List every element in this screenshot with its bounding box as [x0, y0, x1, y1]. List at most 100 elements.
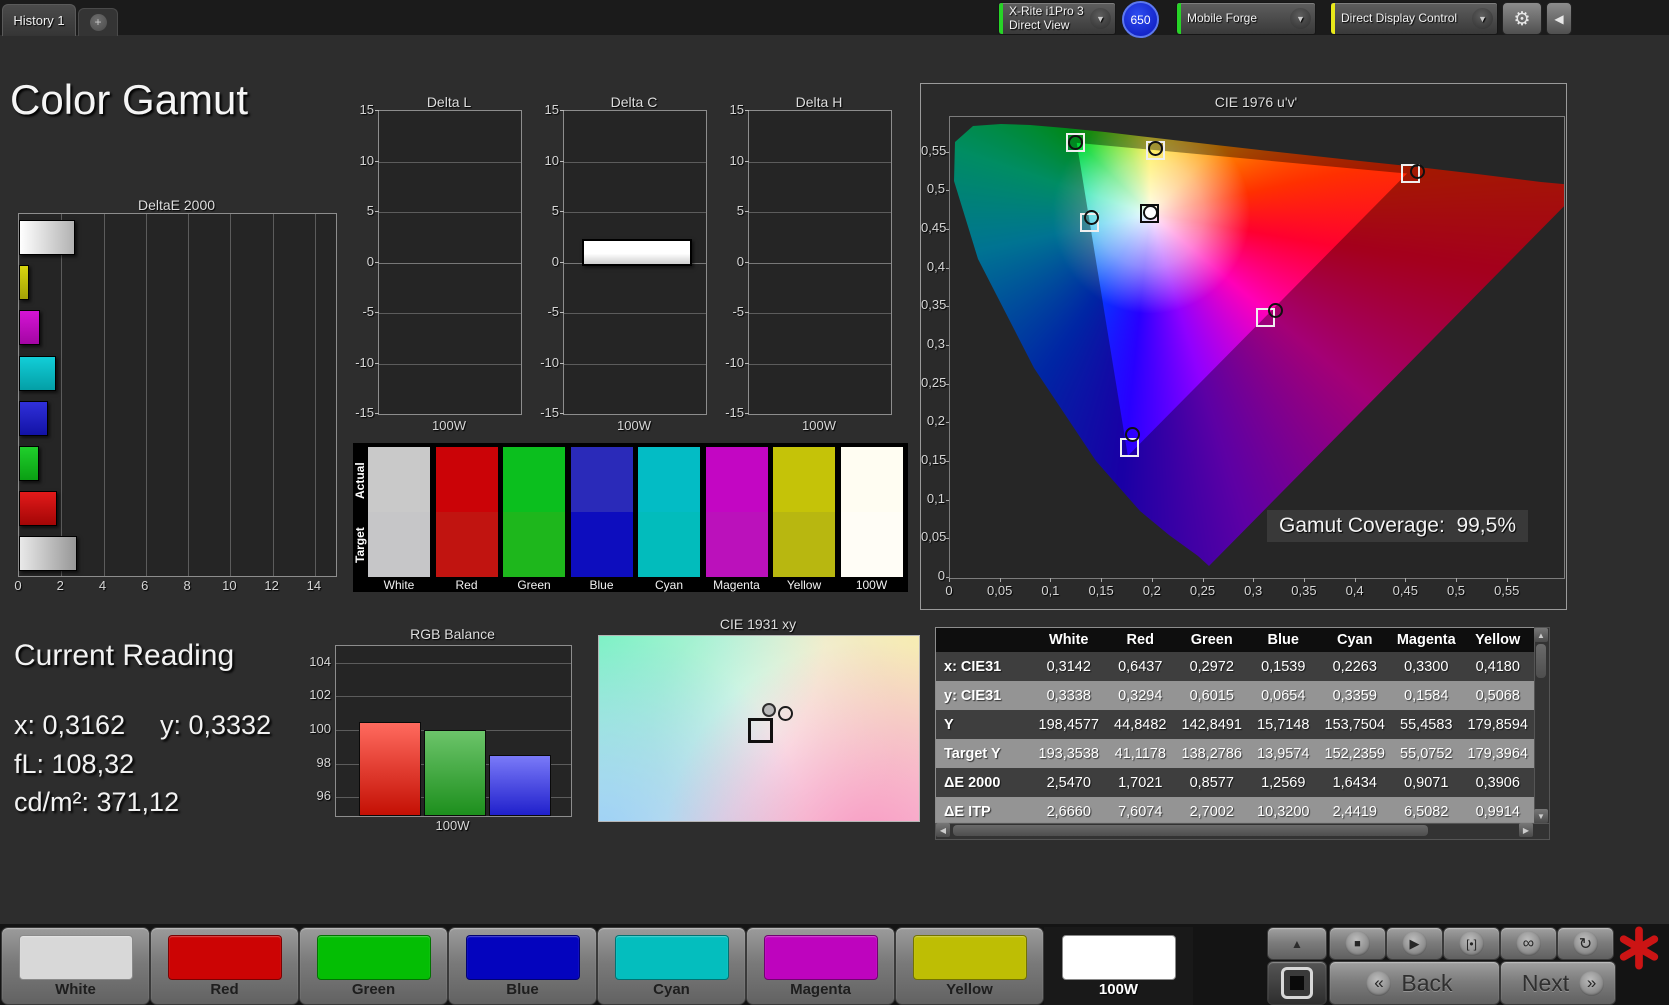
table-cell: 0,3294 — [1118, 687, 1163, 704]
table-cell: 0,3906 — [1475, 774, 1520, 791]
delta-gridline — [379, 313, 521, 314]
table-vertical-scrollbar[interactable]: ▲ ▼ — [1534, 627, 1550, 824]
measure-once-button[interactable]: ▶ — [1386, 927, 1443, 960]
table-horizontal-scrollbar[interactable]: ◀ ▶ — [935, 823, 1550, 840]
deltae2000-chart-title: DeltaE 2000 — [137, 197, 216, 213]
pattern-button-blue[interactable]: Blue — [448, 927, 597, 1005]
cie1976-x-tick: 0,1 — [1041, 583, 1060, 598]
swatch-label: Magenta — [713, 578, 760, 592]
table-row: Target Y 193,3538 41,1178 138,2786 13,9574 15… — [936, 739, 1534, 768]
table-row: y: CIE31 0,3338 0,3294 0,6015 0,0654 0,3359 0,… — [936, 681, 1534, 710]
swatch-label: Yellow — [786, 578, 822, 592]
display-control-dropdown[interactable]: Direct Display Control ▼ — [1330, 2, 1498, 35]
pattern-label: 100W — [1098, 981, 1139, 998]
table-hscroll-thumb[interactable] — [953, 825, 1428, 836]
column-header-yellow: Yellow — [1475, 632, 1521, 648]
tick-mark — [560, 413, 564, 414]
refresh-button[interactable]: ↻ — [1557, 927, 1614, 960]
meter-dropdown[interactable]: X-Rite i1Pro 3 Direct View ▼ — [998, 2, 1116, 35]
settings-button[interactable]: ⚙ — [1502, 2, 1542, 35]
meter-name: X-Rite i1Pro 3 — [1009, 3, 1084, 18]
reading-cdm2: cd/m²: 371,12 — [14, 787, 180, 817]
back-button[interactable]: « Back — [1329, 961, 1500, 1005]
next-button[interactable]: Next » — [1500, 961, 1616, 1005]
pattern-button-yellow[interactable]: Yellow — [895, 927, 1044, 1005]
rgb-bar-green — [424, 730, 486, 816]
cie1931-actual-point — [762, 703, 776, 717]
swatch-white: White — [368, 447, 430, 592]
continuous-measure-button[interactable]: ∞ — [1500, 927, 1557, 960]
scroll-down-icon[interactable]: ▼ — [1534, 809, 1548, 823]
deltae-x-tick: 4 — [98, 578, 107, 593]
table-cell: 41,1178 — [1114, 745, 1166, 762]
reading-y: y: 0,3332 — [160, 710, 272, 740]
table-cell: 0,3300 — [1404, 658, 1449, 675]
tick-mark — [1151, 578, 1153, 582]
tick-mark — [560, 261, 564, 263]
deltae-gridline — [272, 214, 274, 576]
current-reading-title: Current Reading — [14, 639, 235, 672]
cie1976-y-tick: 0,15 — [921, 451, 947, 467]
deltae-x-tick: 12 — [264, 578, 279, 593]
delta-y-tick: 0 — [366, 253, 374, 269]
table-cell: 0,9914 — [1475, 803, 1520, 820]
scroll-right-icon[interactable]: ▶ — [1519, 823, 1533, 837]
tick-mark — [375, 362, 379, 364]
tick-mark — [745, 413, 749, 414]
delta-y-tick: 10 — [359, 152, 374, 168]
add-tab-button[interactable]: + — [78, 8, 118, 36]
source-dropdown[interactable]: Mobile Forge ▼ — [1176, 2, 1316, 35]
delta-y-tick: -15 — [355, 405, 374, 420]
tick-mark — [375, 312, 379, 313]
collapse-panel-button[interactable]: ◀ — [1546, 2, 1572, 35]
meter-count-badge[interactable]: 650 — [1122, 1, 1159, 38]
delta-chart-delta-c: Delta C 15 10 5 0 -5 -10 -15 100W — [535, 90, 707, 435]
swatch-target — [368, 512, 430, 577]
tick-mark — [1202, 578, 1204, 582]
tick-mark — [375, 160, 379, 162]
pattern-window-button[interactable] — [1267, 961, 1327, 1005]
reading-x: x: 0,3162 — [14, 710, 126, 740]
marker-actual-blue — [1124, 426, 1140, 442]
table-cell: 7,6074 — [1118, 803, 1163, 820]
table-vscroll-thumb[interactable] — [1536, 644, 1546, 678]
table-cell: 1,7021 — [1118, 774, 1163, 791]
pattern-button-cyan[interactable]: Cyan — [597, 927, 746, 1005]
deltae-gridline — [188, 214, 190, 576]
pattern-button-green[interactable]: Green — [299, 927, 448, 1005]
pattern-button-100w[interactable]: 100W — [1044, 927, 1193, 1005]
pattern-button-white[interactable]: White — [1, 927, 150, 1005]
tick-mark — [946, 499, 949, 501]
table-cell: 1,2569 — [1261, 774, 1306, 791]
pattern-button-red[interactable]: Red — [150, 927, 299, 1005]
delta-y-tick: 5 — [736, 203, 744, 218]
scroll-left-icon[interactable]: ◀ — [936, 823, 950, 837]
delta-chart-x-label: 100W — [432, 418, 466, 433]
scroll-up-icon[interactable]: ▲ — [1534, 628, 1548, 642]
single-pattern-button[interactable]: [•] — [1443, 927, 1500, 960]
cie1976-y-tick: 0,4 — [926, 258, 945, 274]
swatch-label: Cyan — [654, 578, 683, 592]
stop-icon: ■ — [1345, 931, 1370, 956]
table-cell: 1,6434 — [1332, 774, 1377, 791]
tab-history-1[interactable]: History 1 — [2, 4, 76, 36]
cie1976-y-tick: 0 — [937, 568, 945, 583]
cie1976-x-tick: 0,25 — [1189, 583, 1216, 598]
delta-chart-title: Delta C — [610, 94, 658, 110]
pattern-button-magenta[interactable]: Magenta — [746, 927, 895, 1005]
stop-measure-button[interactable]: ■ — [1329, 927, 1386, 960]
delta-chart-x-label: 100W — [802, 418, 836, 433]
pattern-swatch — [168, 935, 282, 980]
rgb-bar-blue — [489, 755, 551, 816]
table-cell: 153,7504 — [1324, 716, 1385, 733]
delta-y-tick: 15 — [544, 102, 559, 117]
swatch-actual — [435, 447, 498, 512]
pattern-window-up-button[interactable]: ▲ — [1267, 927, 1327, 960]
cie1976-y-tick: 0,25 — [921, 374, 947, 390]
delta-y-tick: 5 — [551, 203, 559, 218]
source-name: Mobile Forge — [1187, 10, 1258, 25]
table-cell: 13,9574 — [1257, 745, 1310, 762]
table-cell: 2,5470 — [1046, 774, 1091, 791]
deltae-x-tick: 6 — [141, 578, 149, 593]
play-icon: ▶ — [1402, 931, 1427, 956]
